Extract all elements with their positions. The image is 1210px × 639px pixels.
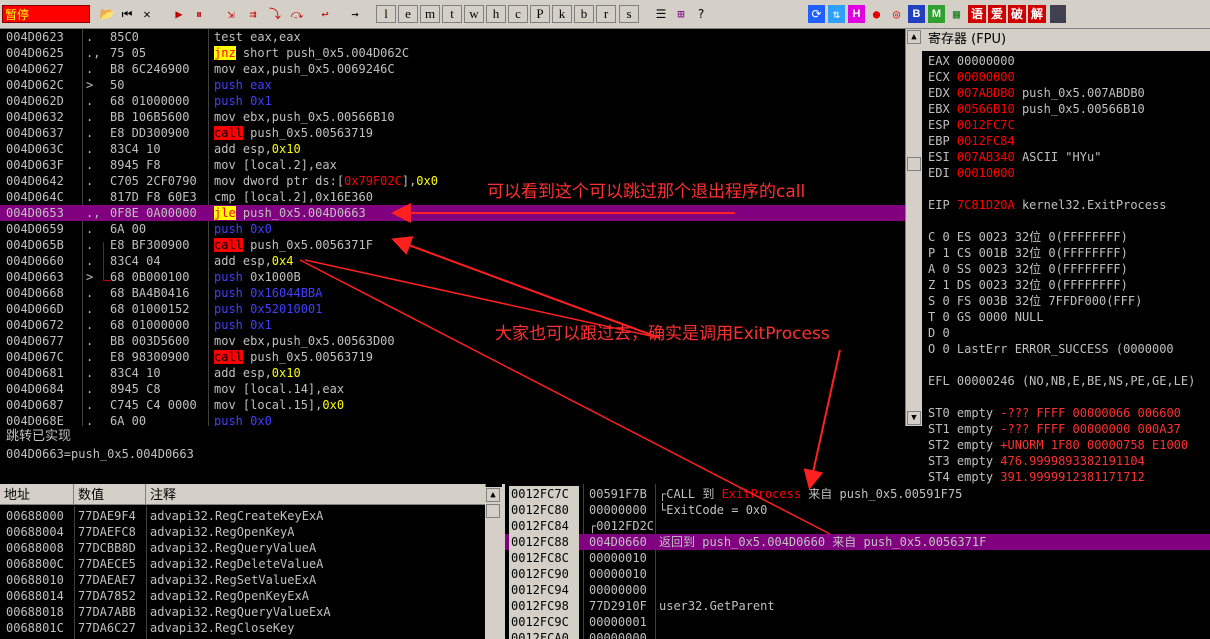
arrow-to-return — [299, 259, 831, 535]
arrow-to-exitprocess — [803, 349, 841, 490]
annotation-arrows — [299, 203, 841, 535]
